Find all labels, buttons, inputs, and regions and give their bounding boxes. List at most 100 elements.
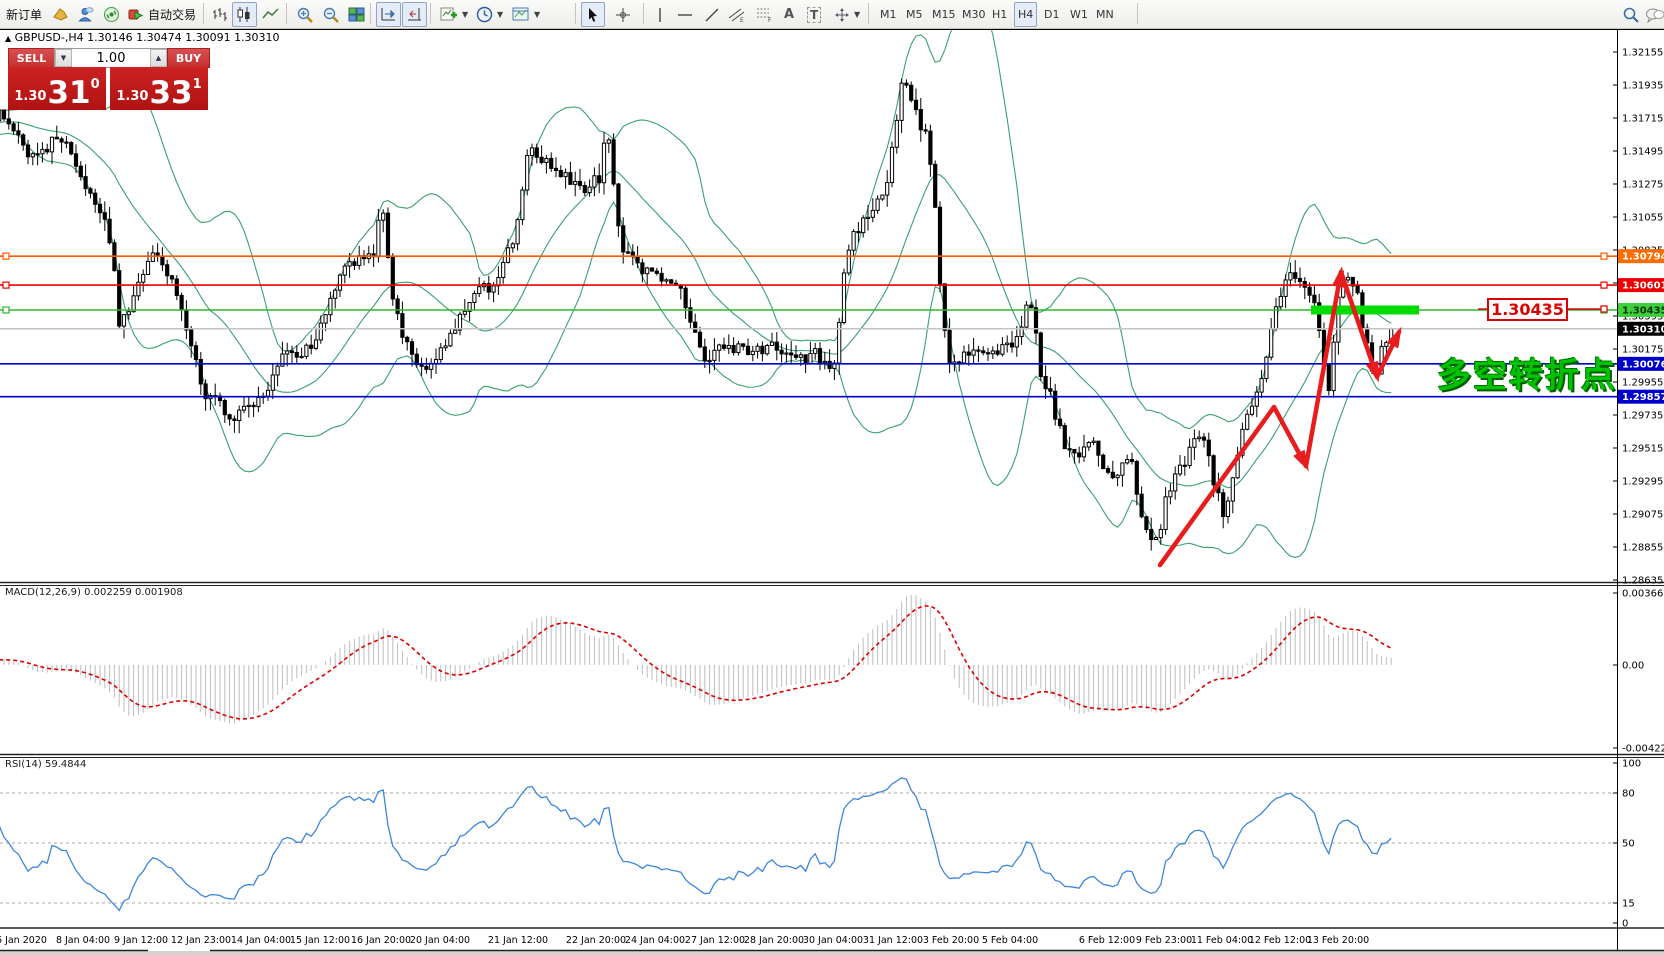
svg-text:1.31495: 1.31495 (1622, 147, 1663, 158)
community-button[interactable] (73, 2, 98, 27)
buy-price-panel[interactable]: 1.30 33 1 (110, 67, 208, 110)
fibonacci-tool-button[interactable]: F (752, 2, 778, 27)
timeframe-h1-button[interactable]: H1 (988, 2, 1011, 27)
auto-trading-button[interactable]: 自动交易 (124, 2, 200, 27)
svg-text:22 Jan 20:00: 22 Jan 20:00 (566, 935, 626, 946)
svg-text:1.29295: 1.29295 (1622, 477, 1663, 488)
chevron-down-icon: ▼ (462, 10, 468, 19)
svg-text:-0.00422: -0.00422 (1622, 744, 1664, 755)
text-tool-icon: A (784, 7, 794, 22)
svg-text:30 Jan 04:00: 30 Jan 04:00 (803, 935, 863, 946)
buy-button[interactable]: BUY (167, 48, 210, 68)
timeframe-h4-button[interactable]: H4 (1014, 2, 1037, 27)
new-order-button[interactable]: 新订单 (2, 2, 46, 27)
sell-price-big: 31 (47, 78, 90, 108)
volume-input[interactable] (72, 49, 150, 67)
timeframe-m1-button[interactable]: M1 (876, 2, 901, 27)
svg-text:1.29735: 1.29735 (1622, 411, 1663, 422)
crosshair-tool-button[interactable] (611, 2, 635, 27)
zoom-out-button[interactable] (318, 2, 344, 27)
metaeditor-icon (52, 6, 69, 23)
price-callout-box[interactable]: 1.30435 (1487, 298, 1568, 321)
fibonacci-icon: F (756, 6, 774, 23)
svg-text:1.32155: 1.32155 (1622, 48, 1663, 59)
timeframe-w1-button[interactable]: W1 (1066, 2, 1092, 27)
timeframe-m30-button[interactable]: M30 (958, 2, 990, 27)
label-tool-button[interactable]: T (803, 2, 825, 27)
hline-tool-button[interactable] (672, 2, 698, 27)
channel-tool-button[interactable]: E (724, 2, 750, 27)
svg-text:F: F (768, 17, 772, 23)
sell-price-prefix: 1.30 (14, 89, 46, 104)
timeframe-mn-button[interactable]: MN (1092, 2, 1118, 27)
timeframe-d1-button[interactable]: D1 (1040, 2, 1063, 27)
cursor-tool-button[interactable] (581, 2, 605, 27)
timeframe-m5-button[interactable]: M5 (902, 2, 927, 27)
equidistant-channel-icon: E (728, 6, 746, 23)
zoom-in-button[interactable] (292, 2, 318, 27)
svg-text:50: 50 (1622, 839, 1635, 850)
profiles-button[interactable]: ▼ (472, 2, 507, 27)
svg-text:9 Jan 12:00: 9 Jan 12:00 (114, 935, 168, 946)
sell-button[interactable]: SELL (8, 48, 55, 68)
svg-text:1.31935: 1.31935 (1622, 81, 1663, 92)
text-tool-button[interactable]: A (780, 2, 798, 27)
arrows-icon (834, 7, 850, 23)
svg-text:1.31275: 1.31275 (1622, 180, 1663, 191)
collapse-triangle-icon[interactable]: ▲ (5, 34, 11, 43)
toolbar: 新订单 自动交易 ▼ ▼ (0, 0, 1664, 29)
arrows-tool-button[interactable]: ▼ (830, 2, 864, 27)
new-chart-button[interactable]: ▼ (436, 2, 472, 27)
tile-windows-button[interactable] (344, 2, 369, 27)
rsi-indicator-label: RSI(14) 59.4844 (5, 759, 86, 770)
svg-text:28 Jan 20:00: 28 Jan 20:00 (744, 935, 804, 946)
sell-price-panel[interactable]: 1.30 31 0 (8, 67, 106, 110)
svg-text:1.30175: 1.30175 (1622, 345, 1663, 356)
bottom-tab-strip[interactable] (0, 951, 1664, 955)
clock-icon (476, 6, 493, 23)
volume-decrease-button[interactable]: ▼ (55, 49, 72, 67)
vertical-line-icon (653, 7, 667, 23)
signals-button[interactable] (99, 2, 124, 27)
svg-text:80: 80 (1622, 789, 1635, 800)
horizontal-line-icon (676, 7, 694, 23)
svg-text:1.29075: 1.29075 (1622, 510, 1663, 521)
highlight-zone[interactable] (1311, 306, 1419, 315)
bar-chart-button[interactable] (208, 2, 233, 27)
svg-text:6 Feb 12:00: 6 Feb 12:00 (1079, 935, 1135, 946)
vline-tool-button[interactable] (649, 2, 671, 27)
svg-text:24 Jan 04:00: 24 Jan 04:00 (625, 935, 685, 946)
toolbar-separator (643, 3, 644, 24)
chart-shift-button[interactable] (402, 2, 427, 27)
svg-text:100: 100 (1622, 759, 1641, 770)
trendline-tool-button[interactable] (700, 2, 724, 27)
new-chart-icon (440, 6, 458, 23)
toolbar-separator (203, 3, 204, 24)
svg-text:1.30310: 1.30310 (1622, 324, 1664, 335)
template-icon (512, 6, 530, 23)
templates-button[interactable]: ▼ (508, 2, 544, 27)
svg-text:12 Feb 12:00: 12 Feb 12:00 (1249, 935, 1311, 946)
chat-button[interactable] (1641, 2, 1664, 27)
toolbar-separator (868, 3, 869, 24)
svg-text:1.28855: 1.28855 (1622, 543, 1663, 554)
line-chart-button[interactable] (258, 2, 283, 27)
timeframe-m15-button[interactable]: M15 (928, 2, 960, 27)
auto-scroll-button[interactable] (376, 2, 401, 27)
volume-increase-button[interactable]: ▲ (150, 49, 167, 67)
search-icon (1622, 6, 1640, 24)
new-order-label: 新订单 (6, 6, 42, 23)
svg-text:1.30601: 1.30601 (1622, 281, 1664, 292)
svg-text:1.29955: 1.29955 (1622, 378, 1663, 389)
buy-price-prefix: 1.30 (116, 89, 148, 104)
candlestick-chart-button[interactable] (232, 2, 257, 27)
svg-text:11 Feb 04:00: 11 Feb 04:00 (1191, 935, 1253, 946)
buy-price-big: 33 (149, 78, 192, 108)
time-axis[interactable]: 6 Jan 20208 Jan 04:009 Jan 12:0012 Jan 2… (0, 935, 1369, 946)
metaeditor-button[interactable] (48, 2, 73, 27)
buy-price-sup: 1 (193, 77, 202, 92)
chart-canvas[interactable]: 1.321551.319351.317151.314951.312751.310… (0, 0, 1664, 955)
svg-text:0.00: 0.00 (1622, 661, 1644, 672)
auto-trading-label: 自动交易 (148, 6, 196, 23)
one-click-trading-panel: SELL ▼ ▲ BUY 1.30 31 0 1.30 33 1 (8, 48, 208, 110)
